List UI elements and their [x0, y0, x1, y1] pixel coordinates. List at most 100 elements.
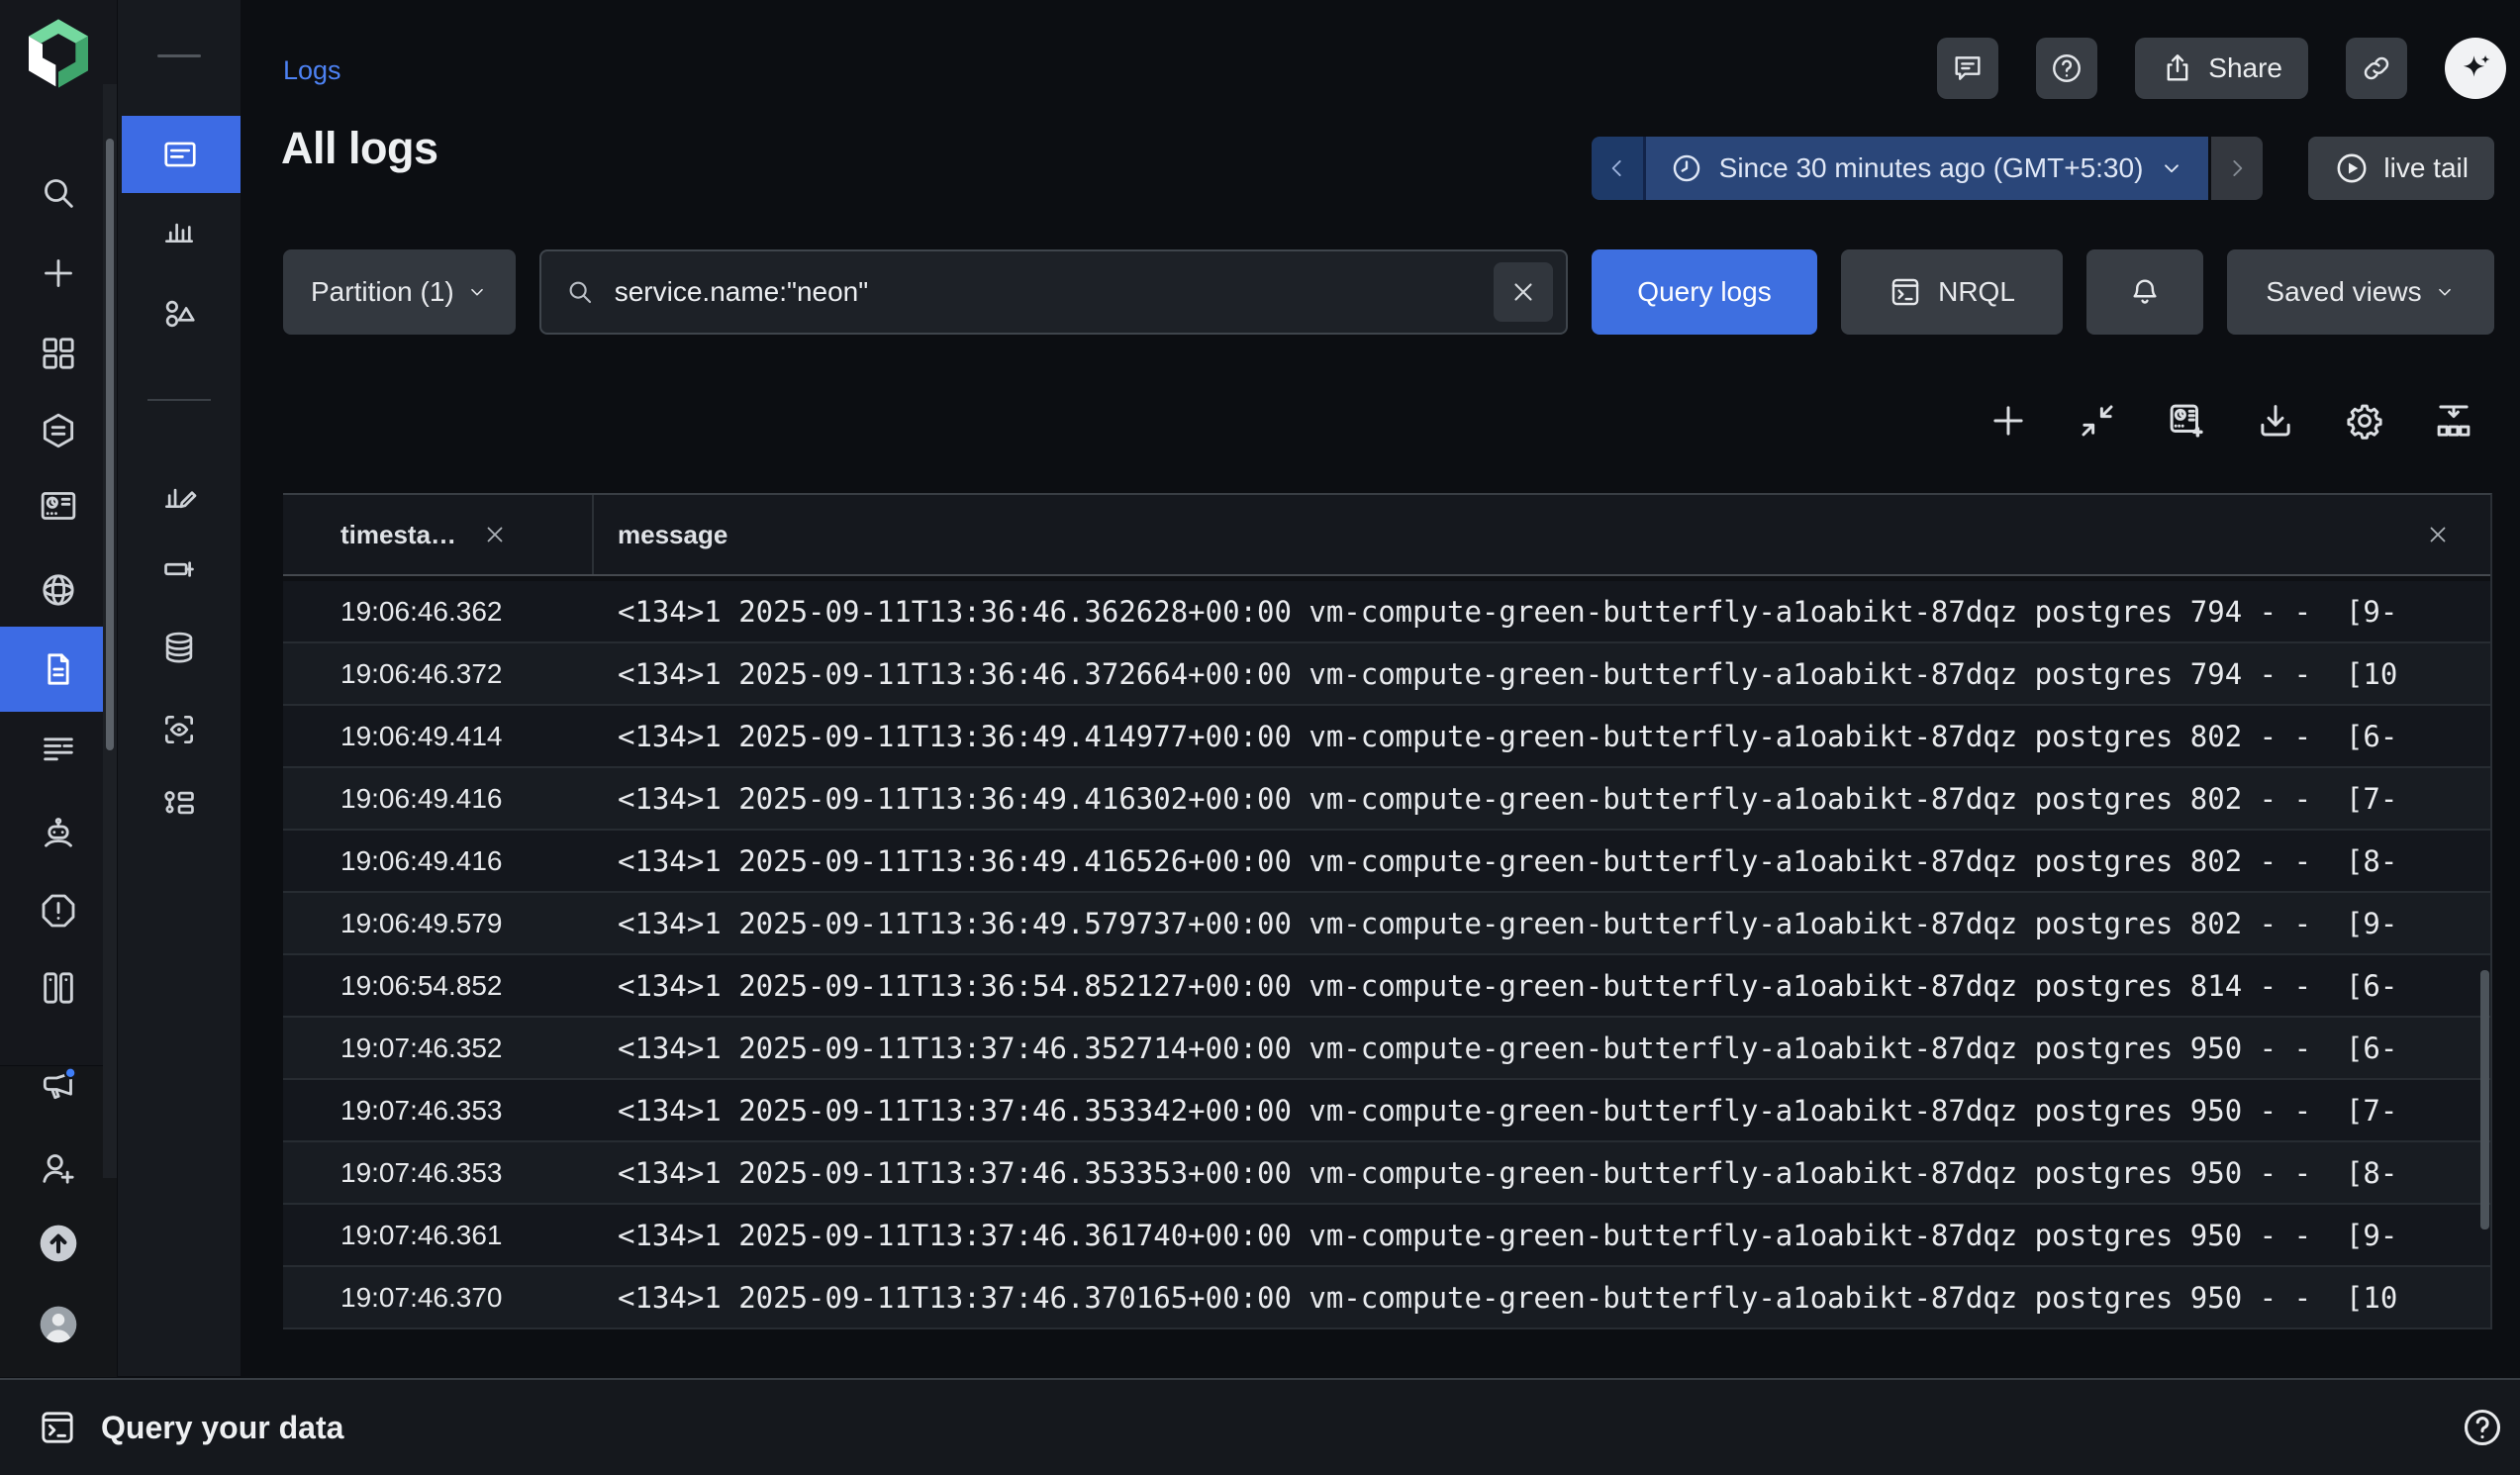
timeline-slider-icon[interactable] [160, 550, 198, 588]
log-row[interactable]: 19:07:46.352<134>1 2025-09-11T13:37:46.3… [283, 1018, 2490, 1080]
patterns-shapes-icon[interactable] [160, 295, 198, 333]
log-row[interactable]: 19:07:46.353<134>1 2025-09-11T13:37:46.3… [283, 1142, 2490, 1205]
log-timestamp: 19:06:49.416 [283, 845, 594, 877]
collapse-icon[interactable] [2077, 400, 2118, 442]
live-tail-label: live tail [2383, 152, 2469, 184]
sidebar-scrollbar-thumb[interactable] [106, 139, 114, 750]
log-timestamp: 19:06:46.372 [283, 658, 594, 690]
add-to-dashboard-icon[interactable] [2166, 400, 2207, 442]
log-row[interactable]: 19:06:54.852<134>1 2025-09-11T13:36:54.8… [283, 955, 2490, 1018]
user-avatar[interactable] [37, 1303, 80, 1346]
query-bar[interactable]: Query your data [0, 1378, 2520, 1475]
secondary-sidebar-divider [147, 399, 211, 401]
sidebar-collapse-handle[interactable] [157, 54, 201, 57]
breadcrumb[interactable]: Logs [283, 55, 341, 86]
upload-circle-icon[interactable] [37, 1222, 80, 1265]
log-row[interactable]: 19:07:46.353<134>1 2025-09-11T13:37:46.3… [283, 1080, 2490, 1142]
time-range-picker[interactable]: Since 30 minutes ago (GMT+5:30) [1646, 137, 2209, 200]
chart-edit-icon[interactable] [160, 475, 198, 513]
announcements-megaphone-icon[interactable] [39, 1065, 78, 1105]
search-icon[interactable] [39, 173, 78, 213]
live-tail-button[interactable]: live tail [2308, 137, 2494, 200]
bell-icon [2128, 275, 2162, 309]
log-row[interactable]: 19:07:46.361<134>1 2025-09-11T13:37:46.3… [283, 1205, 2490, 1267]
pipeline-flow-icon[interactable] [160, 786, 198, 824]
add-column-icon[interactable] [1987, 400, 2029, 442]
new-relic-logo[interactable] [19, 14, 98, 93]
alert-bell-button[interactable] [2086, 249, 2203, 335]
remove-timestamp-column-button[interactable] [482, 522, 508, 547]
log-message: <134>1 2025-09-11T13:37:46.353342+00:00 … [594, 1094, 2490, 1128]
group-columns-icon[interactable] [2433, 400, 2474, 442]
log-row[interactable]: 19:06:46.372<134>1 2025-09-11T13:36:46.3… [283, 643, 2490, 706]
infrastructure-servers-icon[interactable] [39, 968, 78, 1008]
nrql-button[interactable]: NRQL [1841, 249, 2063, 335]
entities-hexagon-icon[interactable] [39, 411, 78, 450]
bar-chart-icon[interactable] [160, 210, 198, 247]
share-icon [2161, 51, 2194, 85]
message-column-header[interactable]: message [594, 495, 2490, 574]
share-button[interactable]: Share [2135, 38, 2308, 99]
sidebar-item-logs-active[interactable] [0, 627, 104, 712]
log-message: <134>1 2025-09-11T13:36:46.372664+00:00 … [594, 657, 2490, 691]
search-input[interactable] [613, 275, 1476, 309]
log-timestamp: 19:07:46.353 [283, 1157, 594, 1189]
secondary-item-logs-active[interactable] [122, 116, 241, 193]
close-icon [1508, 277, 1538, 307]
log-message: <134>1 2025-09-11T13:36:49.416302+00:00 … [594, 782, 2490, 816]
clock-icon [1670, 151, 1703, 185]
help-button[interactable] [2036, 38, 2097, 99]
time-back-button[interactable] [1592, 137, 1646, 200]
time-forward-button[interactable] [2211, 137, 2263, 200]
log-row[interactable]: 19:06:46.362<134>1 2025-09-11T13:36:46.3… [283, 581, 2490, 643]
partition-label: Partition (1) [311, 276, 454, 308]
copy-link-icon [2360, 51, 2393, 85]
chevron-left-icon [1604, 155, 1630, 181]
table-header: timesta… message [283, 495, 2490, 576]
add-icon[interactable] [39, 253, 78, 293]
saved-views-label: Saved views [2266, 276, 2421, 308]
page-title: All logs [281, 123, 438, 174]
logs-card-icon [161, 136, 199, 173]
log-row[interactable]: 19:06:49.416<134>1 2025-09-11T13:36:49.4… [283, 768, 2490, 831]
help-icon [2050, 51, 2084, 85]
log-row[interactable]: 19:06:49.414<134>1 2025-09-11T13:36:49.4… [283, 706, 2490, 768]
database-icon[interactable] [160, 629, 198, 666]
globe-icon[interactable] [39, 570, 78, 610]
livetail-eye-icon[interactable] [160, 711, 198, 748]
logs-table: timesta… message 19:06:46.362<134>1 2025… [283, 493, 2492, 1329]
log-timestamp: 19:06:49.416 [283, 783, 594, 815]
chevron-down-icon [2159, 155, 2184, 181]
query-logs-button[interactable]: Query logs [1592, 249, 1817, 335]
feedback-button[interactable] [1937, 38, 1998, 99]
log-message: <134>1 2025-09-11T13:37:46.361740+00:00 … [594, 1219, 2490, 1252]
chevron-right-icon [2224, 155, 2250, 181]
copy-link-button[interactable] [2346, 38, 2407, 99]
invite-user-icon[interactable] [39, 1148, 78, 1188]
logs-app: Logs All logs Share Since 30 minutes ago… [0, 0, 2520, 1475]
search-icon [565, 277, 595, 307]
log-row[interactable]: 19:06:49.579<134>1 2025-09-11T13:36:49.5… [283, 893, 2490, 955]
saved-views-dropdown[interactable]: Saved views [2227, 249, 2494, 335]
log-message: <134>1 2025-09-11T13:36:49.414977+00:00 … [594, 720, 2490, 753]
log-row[interactable]: 19:07:46.370<134>1 2025-09-11T13:37:46.3… [283, 1267, 2490, 1329]
remove-message-column-button[interactable] [2425, 522, 2451, 547]
clear-search-button[interactable] [1494, 262, 1553, 322]
log-message: <134>1 2025-09-11T13:37:46.370165+00:00 … [594, 1281, 2490, 1315]
dashboards-icon[interactable] [39, 486, 78, 526]
log-message: <134>1 2025-09-11T13:36:49.579737+00:00 … [594, 907, 2490, 940]
ai-sparkle-icon [2458, 50, 2493, 86]
ai-assistant-button[interactable] [2445, 38, 2506, 99]
assistant-robot-icon[interactable] [39, 812, 78, 851]
alerts-octagon-icon[interactable] [39, 891, 78, 931]
traces-lines-icon[interactable] [39, 729, 78, 768]
table-scrollbar-thumb[interactable] [2480, 970, 2489, 1229]
footer-help-button[interactable] [2461, 1406, 2504, 1449]
log-row[interactable]: 19:06:49.416<134>1 2025-09-11T13:36:49.4… [283, 831, 2490, 893]
download-icon[interactable] [2255, 400, 2296, 442]
partition-dropdown[interactable]: Partition (1) [283, 249, 516, 335]
apps-grid-icon[interactable] [39, 334, 78, 373]
timestamp-column-header[interactable]: timesta… [283, 495, 594, 574]
help-icon [2461, 1406, 2504, 1449]
settings-gear-icon[interactable] [2344, 400, 2385, 442]
